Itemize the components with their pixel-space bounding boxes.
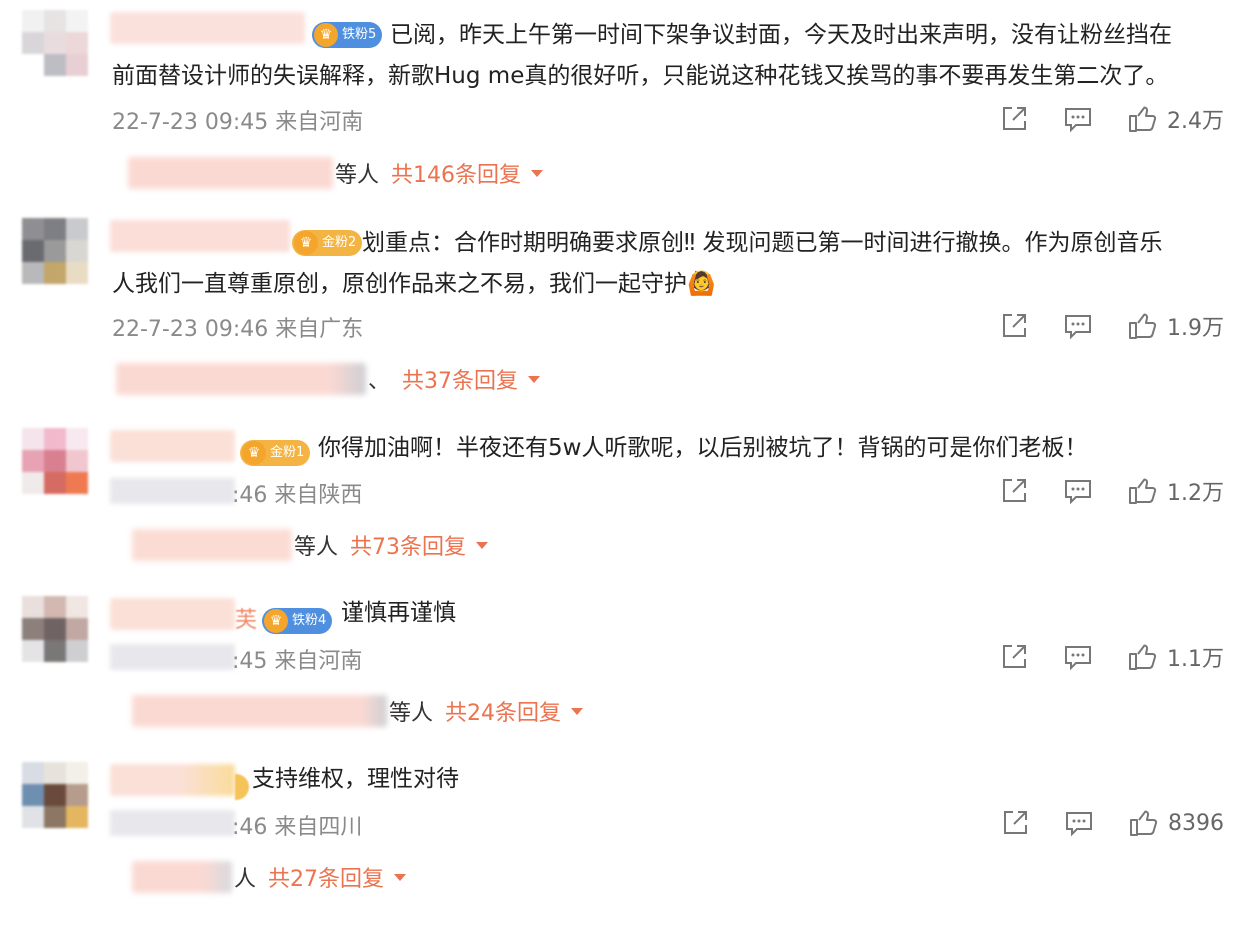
comment-icon[interactable] xyxy=(1061,640,1095,674)
comment-text-line: 人我们一直尊重原创，原创作品来之不易，我们一起守护🙆 xyxy=(112,271,716,297)
reply-summary[interactable]: 等人 共146条回复 xyxy=(128,156,544,190)
avatar[interactable] xyxy=(22,762,88,828)
share-icon[interactable] xyxy=(998,806,1032,840)
share-icon[interactable] xyxy=(997,309,1031,343)
comment-icon[interactable] xyxy=(1061,474,1095,508)
chevron-down-icon[interactable] xyxy=(476,541,489,549)
like-icon[interactable] xyxy=(1125,640,1159,674)
share-icon[interactable] xyxy=(997,474,1031,508)
chevron-down-icon[interactable] xyxy=(528,375,541,383)
fan-badge: ♛ 金粉2 xyxy=(292,230,363,256)
comment-actions: 1.1万 xyxy=(997,637,1224,677)
username[interactable] xyxy=(110,764,235,796)
avatar[interactable] xyxy=(22,218,88,284)
crown-icon: ♛ xyxy=(264,609,288,633)
timestamp-blurred xyxy=(110,644,235,670)
comment-text: 你得加油啊！半夜还有5w人听歌呢，以后别被坑了！背锅的可是你们老板！ xyxy=(318,435,1088,461)
replier-names xyxy=(132,695,387,727)
comment-text: 划重点：合作时期明确要求原创‼ 发现问题已第一时间进行撤换。作为原创音乐 xyxy=(362,230,1163,256)
like-icon[interactable] xyxy=(1125,309,1159,343)
comment-item: 支持维权，理性对待 :46 来自四川 8396 人 共27条回复 xyxy=(0,752,1254,928)
fan-badge xyxy=(235,774,249,800)
comment-actions: 1.2万 xyxy=(997,471,1224,511)
comment-item: ♛ 铁粉5 已阅，昨天上午第一时间下架争议封面，今天及时出来声明，没有让粉丝挡在 … xyxy=(0,0,1254,189)
fan-badge: ♛ 铁粉5 xyxy=(312,22,383,48)
crown-icon: ♛ xyxy=(242,441,266,465)
comment-text: 已阅，昨天上午第一时间下架争议封面，今天及时出来声明，没有让粉丝挡在 xyxy=(390,22,1172,48)
comment-meta: :46 来自四川 xyxy=(232,815,363,840)
like-count: 1.2万 xyxy=(1167,481,1224,506)
reply-others: 等人 xyxy=(335,163,380,188)
chevron-down-icon[interactable] xyxy=(394,873,407,881)
reply-count-link[interactable]: 共73条回复 xyxy=(350,529,466,561)
comment-meta: 22-7-23 09:46 来自广东 xyxy=(112,317,364,342)
avatar[interactable] xyxy=(22,10,88,76)
like-count: 8396 xyxy=(1168,810,1224,836)
username[interactable] xyxy=(110,220,290,252)
avatar[interactable] xyxy=(22,428,88,494)
comment-actions: 8396 xyxy=(998,803,1224,843)
like-count: 1.1万 xyxy=(1167,647,1224,672)
like-count: 1.9万 xyxy=(1167,316,1224,341)
replier-names xyxy=(132,529,292,561)
reply-count-link[interactable]: 共27条回复 xyxy=(268,861,384,893)
crown-icon: ♛ xyxy=(314,23,338,47)
like-icon[interactable] xyxy=(1126,806,1160,840)
chevron-down-icon[interactable] xyxy=(571,707,584,715)
reply-summary[interactable]: 人 共27条回复 xyxy=(132,860,407,894)
comment-actions: 1.9万 xyxy=(997,306,1224,346)
replier-names xyxy=(132,861,232,893)
reply-count-link[interactable]: 共146条回复 xyxy=(391,157,521,189)
comment-text: 支持维权，理性对待 xyxy=(252,766,459,792)
comment-meta: 22-7-23 09:45 来自河南 xyxy=(112,110,364,135)
reply-summary[interactable]: 等人 共73条回复 xyxy=(132,528,489,562)
comment-item: 芙 ♛ 铁粉4 谨慎再谨慎 :45 来自河南 1.1万 等人 共24条回复 xyxy=(0,586,1254,762)
reply-others: 等人 xyxy=(294,535,339,560)
comment-actions: 2.4万 xyxy=(997,99,1224,139)
reply-others: 等人 xyxy=(389,701,434,726)
username-tail: 芙 xyxy=(235,608,258,633)
comment-icon[interactable] xyxy=(1062,806,1096,840)
replier-names xyxy=(128,157,333,189)
like-icon[interactable] xyxy=(1125,102,1159,136)
timestamp-blurred xyxy=(110,478,235,504)
comment-text-line: 前面替设计师的失误解释，新歌Hug me真的很好听，只能说这种花钱又挨骂的事不要… xyxy=(112,63,1169,89)
username[interactable] xyxy=(110,12,305,44)
comment-item: ♛ 金粉2 划重点：合作时期明确要求原创‼ 发现问题已第一时间进行撤换。作为原创音… xyxy=(0,208,1254,395)
crown-icon: ♛ xyxy=(294,231,318,255)
share-icon[interactable] xyxy=(997,640,1031,674)
fan-badge: ♛ 金粉1 xyxy=(240,440,311,466)
comment-meta: :46 来自陕西 xyxy=(232,483,363,508)
like-icon[interactable] xyxy=(1125,474,1159,508)
reply-count-link[interactable]: 共37条回复 xyxy=(402,363,518,395)
comment-meta: :45 来自河南 xyxy=(232,649,363,674)
replier-names xyxy=(116,363,366,395)
username[interactable] xyxy=(110,598,235,630)
fan-badge: ♛ 铁粉4 xyxy=(262,608,333,634)
reply-summary[interactable]: 、 共37条回复 xyxy=(116,362,541,396)
reply-others: 、 xyxy=(368,369,391,394)
reply-summary[interactable]: 等人 共24条回复 xyxy=(132,694,584,728)
comment-item: ♛ 金粉1 你得加油啊！半夜还有5w人听歌呢，以后别被坑了！背锅的可是你们老板！ … xyxy=(0,418,1254,594)
reply-others: 人 xyxy=(234,867,257,892)
chevron-down-icon[interactable] xyxy=(531,169,544,177)
comment-icon[interactable] xyxy=(1061,309,1095,343)
comment-text: 谨慎再谨慎 xyxy=(341,600,456,626)
reply-count-link[interactable]: 共24条回复 xyxy=(445,695,561,727)
share-icon[interactable] xyxy=(997,102,1031,136)
avatar[interactable] xyxy=(22,596,88,662)
username[interactable] xyxy=(110,430,235,462)
like-count: 2.4万 xyxy=(1167,109,1224,134)
comment-icon[interactable] xyxy=(1061,102,1095,136)
timestamp-blurred xyxy=(110,810,235,836)
